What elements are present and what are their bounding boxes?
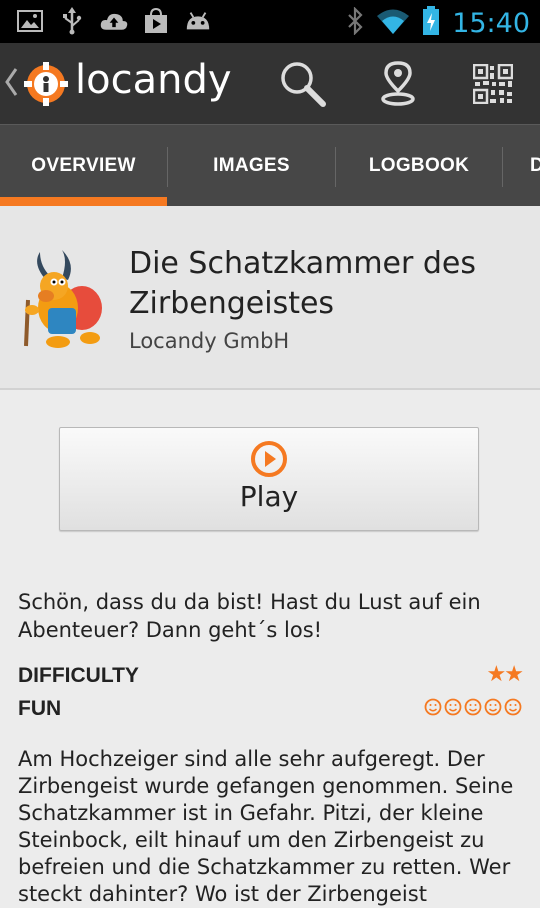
action-bar: locandy xyxy=(0,43,540,124)
difficulty-stars: ★★ xyxy=(486,662,524,687)
play-button-label: Play xyxy=(239,480,299,513)
ibex-mascot-image xyxy=(18,250,110,354)
adventure-description: Am Hochzeiger sind alle sehr aufgeregt. … xyxy=(18,747,514,906)
tab-next[interactable]: D xyxy=(503,125,540,207)
qr-code-icon[interactable] xyxy=(466,57,520,111)
adventure-title: Die Schatzkammer des Zirbengeistes xyxy=(129,246,477,321)
up-navigation-icon[interactable] xyxy=(4,67,18,101)
notification-icons xyxy=(16,7,212,35)
cloud-upload-icon xyxy=(100,8,128,34)
play-button[interactable]: Play xyxy=(59,427,479,531)
tab-logbook[interactable]: LOGBOOK xyxy=(336,125,502,207)
wifi-icon xyxy=(376,7,410,39)
play-store-icon xyxy=(142,8,170,34)
clock: 15:40 xyxy=(452,7,530,39)
smiley-icon xyxy=(504,698,522,716)
locandy-logo-icon[interactable] xyxy=(24,62,68,110)
fun-label: FUN xyxy=(18,697,62,720)
smiley-icon xyxy=(424,698,442,716)
tab-bar: OVERVIEW IMAGES LOGBOOK D xyxy=(0,124,540,207)
app-name[interactable]: locandy xyxy=(75,57,232,103)
publisher-name: Locandy GmbH xyxy=(129,329,290,353)
fun-rating xyxy=(424,697,522,717)
system-status: 15:40 xyxy=(346,6,530,40)
fun-row: FUN xyxy=(18,697,522,729)
usb-icon xyxy=(58,7,86,35)
intro-text: Schön, dass du da bist! Hast du Lust auf… xyxy=(18,590,481,642)
smiley-icon xyxy=(464,698,482,716)
adventure-header: Die Schatzkammer des Zirbengeistes Locan… xyxy=(0,206,540,390)
tab-images[interactable]: IMAGES xyxy=(168,125,335,207)
play-icon xyxy=(250,440,288,482)
search-icon[interactable] xyxy=(276,57,330,111)
difficulty-row: DIFFICULTY ★★ xyxy=(18,662,524,696)
difficulty-label: DIFFICULTY xyxy=(18,664,139,687)
battery-icon xyxy=(422,6,440,40)
tab-overview[interactable]: OVERVIEW xyxy=(0,125,167,207)
image-icon xyxy=(16,8,44,34)
location-pin-icon[interactable] xyxy=(371,57,425,111)
smiley-icon xyxy=(444,698,462,716)
smiley-icon xyxy=(484,698,502,716)
android-icon xyxy=(184,8,212,34)
bluetooth-icon xyxy=(346,6,364,39)
status-bar: 15:40 xyxy=(0,0,540,43)
